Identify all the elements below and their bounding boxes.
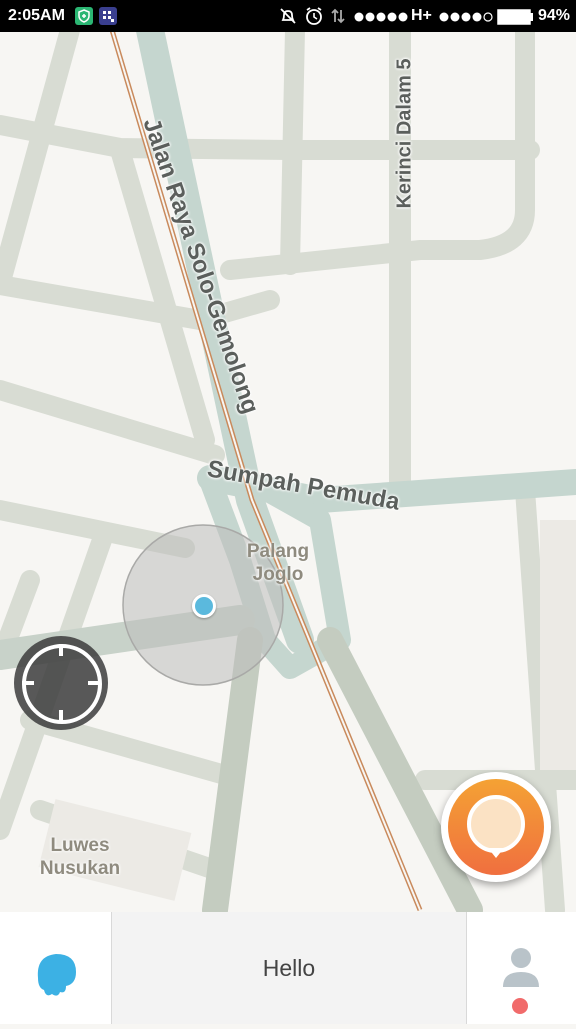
road-label-side: Kerinci Dalam 5 <box>393 58 416 209</box>
menu-button[interactable] <box>0 912 110 1024</box>
bbm-icon <box>99 7 117 25</box>
current-location-dot <box>192 594 216 618</box>
battery-percent: 94% <box>538 7 571 24</box>
place-label-luwes: Luwes Nusukan <box>30 834 130 880</box>
status-bar: 2:05AM H+ 94% <box>0 0 576 32</box>
place-label-palang-line2: Joglo <box>252 564 304 585</box>
report-button[interactable] <box>441 772 551 882</box>
data-transfer-icon <box>330 6 346 31</box>
bottom-bar: Hello <box>0 912 576 1024</box>
battery-icon <box>497 9 535 30</box>
place-label-luwes-line1: Luwes <box>50 835 110 856</box>
report-pin-icon <box>467 795 525 858</box>
greeting-button[interactable]: Hello <box>111 912 467 1024</box>
place-label-palang: Palang Joglo <box>238 540 318 586</box>
notifications-off-icon <box>278 6 298 31</box>
wazer-icon <box>37 954 76 996</box>
recenter-button[interactable] <box>14 636 108 730</box>
crosshair-ticks <box>22 644 100 722</box>
shield-app-icon <box>75 7 93 25</box>
place-label-luwes-line2: Nusukan <box>39 858 121 879</box>
alarm-icon <box>304 6 324 31</box>
place-label-palang-line1: Palang <box>246 541 310 562</box>
profile-button[interactable] <box>466 912 576 1024</box>
notification-dot <box>512 998 528 1014</box>
signal-dots-icon <box>354 10 408 28</box>
signal-dots-2-icon <box>439 10 493 28</box>
network-type: H+ <box>411 7 432 24</box>
status-time: 2:05AM <box>8 7 65 24</box>
